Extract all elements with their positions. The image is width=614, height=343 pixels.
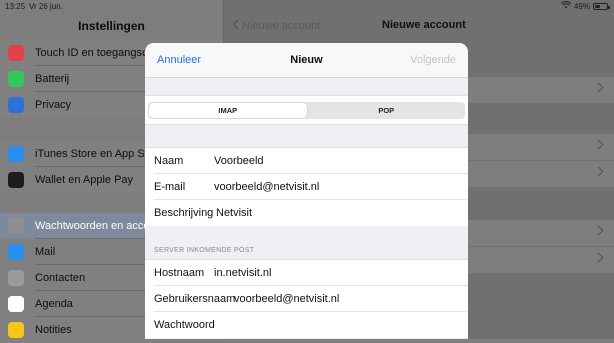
- fingerprint-icon: [8, 45, 24, 61]
- name-row[interactable]: Naam Voorbeeld: [145, 148, 468, 174]
- hostname-field[interactable]: in.netvisit.nl: [214, 267, 271, 279]
- contacts-icon: [8, 270, 24, 286]
- incoming-server-form: Hostnaam in.netvisit.nl Gebruikersnaam v…: [145, 259, 468, 338]
- sidebar-item-label: Agenda: [35, 298, 73, 310]
- hand-icon: [8, 97, 24, 113]
- detail-title: Nieuwe account: [382, 19, 466, 31]
- key-icon: [8, 218, 24, 234]
- next-button[interactable]: Volgende: [410, 54, 456, 66]
- battery-percentage: 49%: [573, 1, 590, 11]
- detail-cell[interactable]: [468, 134, 614, 160]
- password-label: Wachtwoord: [154, 319, 215, 331]
- description-label: Beschrijving: [154, 207, 214, 219]
- chevron-right-icon: [593, 82, 604, 93]
- status-date: Vr 26 jun.: [29, 2, 63, 11]
- chevron-right-icon: [593, 139, 604, 150]
- sidebar-item-label: Notities: [35, 324, 72, 336]
- username-field[interactable]: voorbeeld@netvisit.nl: [234, 293, 339, 305]
- email-field[interactable]: voorbeeld@netvisit.nl: [214, 181, 319, 193]
- app-store-icon: [8, 146, 24, 162]
- sidebar-item-label: Batterij: [35, 73, 70, 85]
- description-row[interactable]: Beschrijving Netvisit: [145, 200, 468, 226]
- description-field[interactable]: Netvisit: [216, 207, 252, 219]
- detail-cell[interactable]: [468, 161, 614, 187]
- chevron-right-icon: [593, 225, 604, 236]
- status-time: 13:25: [5, 2, 26, 11]
- back-label: Nieuwe account: [242, 20, 321, 32]
- status-right: 49%: [560, 1, 610, 11]
- name-field[interactable]: Voorbeeld: [214, 155, 264, 167]
- mail-icon: [8, 244, 24, 260]
- status-bar: 13:25 Vr 26 jun. 49%: [0, 0, 614, 12]
- battery-icon: [593, 2, 610, 10]
- notes-icon: [8, 322, 24, 338]
- new-account-sheet: Annuleer Nieuw Volgende IMAP POP Naam Vo…: [145, 43, 468, 339]
- wallet-icon: [8, 172, 24, 188]
- segment-pop[interactable]: POP: [308, 102, 466, 119]
- segment-imap[interactable]: IMAP: [149, 103, 307, 118]
- protocol-segment-container: IMAP POP: [145, 95, 468, 125]
- email-row[interactable]: E-mail voorbeeld@netvisit.nl: [145, 174, 468, 200]
- calendar-icon: [8, 296, 24, 312]
- sidebar-item-label: Privacy: [35, 99, 72, 111]
- hostname-label: Hostnaam: [154, 267, 205, 279]
- sidebar-item-label: Contacten: [35, 272, 86, 284]
- incoming-server-header: SERVER INKOMENDE POST: [154, 247, 255, 254]
- chevron-left-icon: [232, 19, 239, 33]
- sidebar-item-label: Wallet en Apple Pay: [35, 174, 134, 186]
- email-label: E-mail: [154, 181, 186, 193]
- chevron-right-icon: [593, 166, 604, 177]
- hostname-row[interactable]: Hostnaam in.netvisit.nl: [145, 260, 468, 286]
- back-button[interactable]: Nieuwe account: [232, 19, 320, 33]
- account-form: Naam Voorbeeld E-mail voorbeeld@netvisit…: [145, 147, 468, 226]
- detail-cell[interactable]: [468, 247, 614, 273]
- sidebar-item-label: Mail: [35, 246, 56, 258]
- username-row[interactable]: Gebruikersnaam voorbeeld@netvisit.nl: [145, 286, 468, 312]
- detail-cell[interactable]: [468, 220, 614, 246]
- name-label: Naam: [154, 155, 184, 167]
- chevron-right-icon: [593, 252, 604, 263]
- password-row[interactable]: Wachtwoord: [145, 312, 468, 338]
- wifi-icon: [560, 1, 572, 11]
- sidebar-title: Instellingen: [78, 19, 145, 33]
- battery-icon: [8, 71, 24, 87]
- username-label: Gebruikersnaam: [154, 293, 236, 305]
- detail-cell[interactable]: [468, 77, 614, 103]
- sheet-header: Annuleer Nieuw Volgende: [145, 43, 468, 78]
- protocol-segmented-control: IMAP POP: [148, 102, 465, 119]
